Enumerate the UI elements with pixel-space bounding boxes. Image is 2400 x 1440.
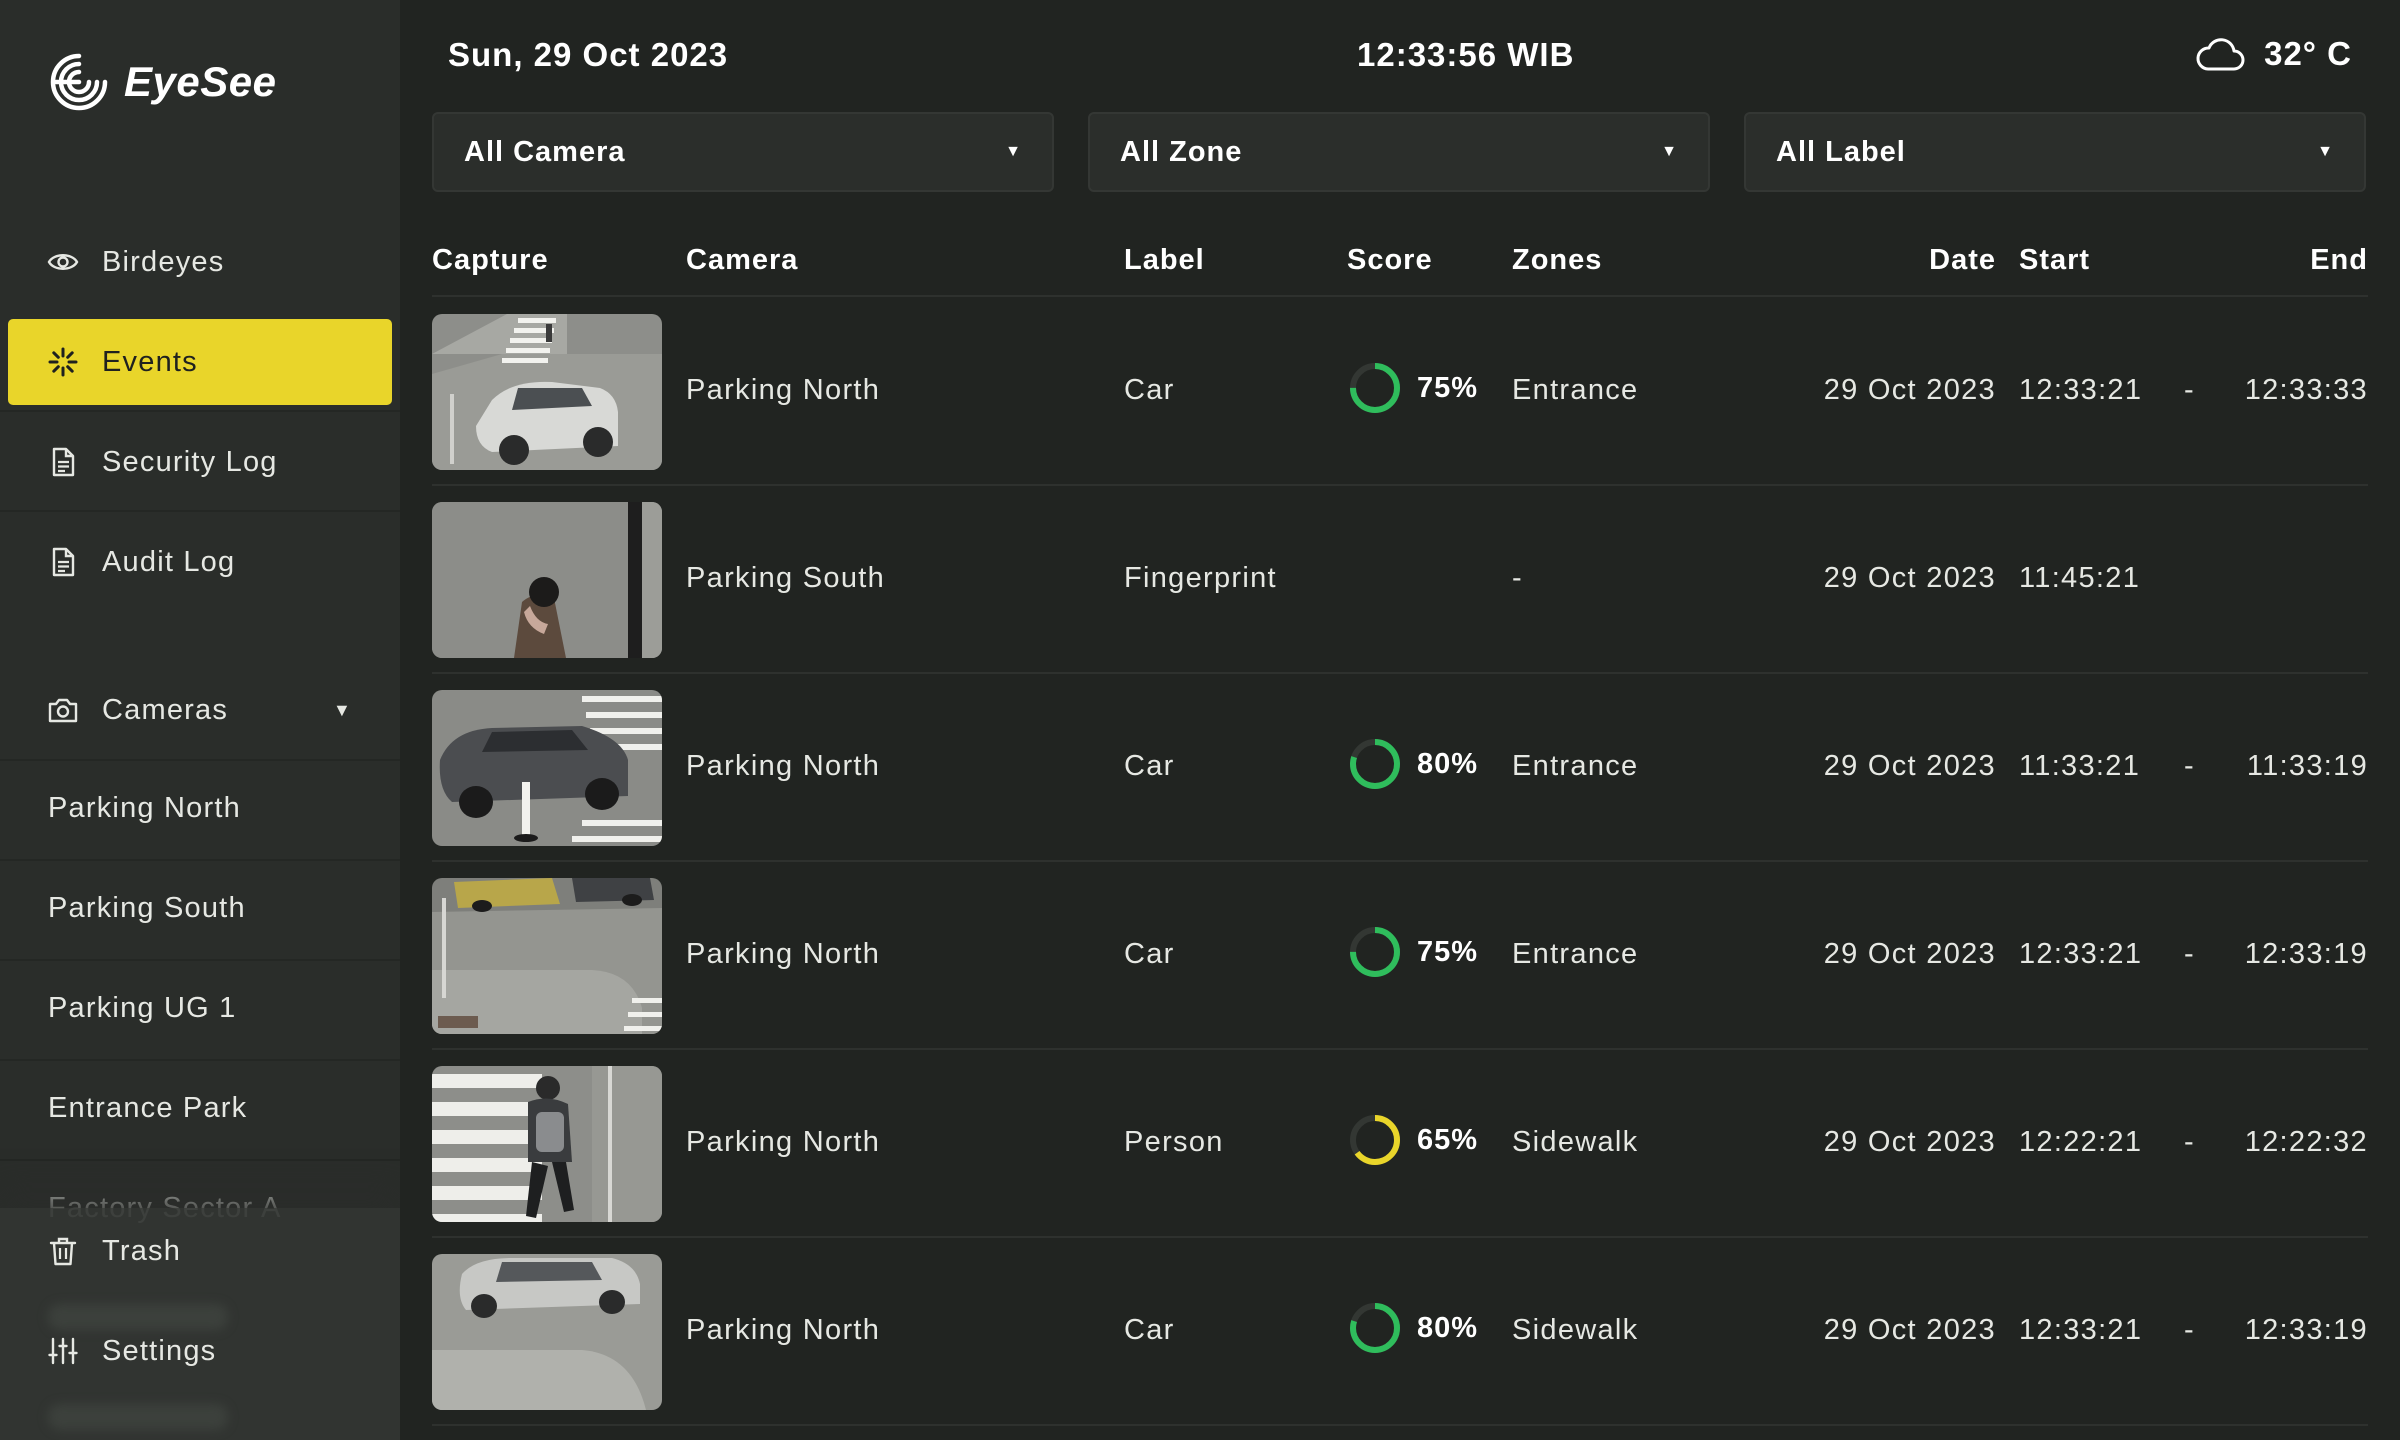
score-value: 80% (1417, 1311, 1479, 1344)
end-time: 12:22:32 (2244, 1126, 2368, 1158)
event-date: 29 Oct 2023 (1823, 1126, 1996, 1158)
nav-item-birdeyes[interactable]: Birdeyes (8, 219, 392, 305)
event-date: 29 Oct 2023 (1823, 1314, 1996, 1346)
table-row[interactable]: Parking North Car 80% Sidewalk 29 Oct 20… (0, 1238, 2400, 1426)
capture-thumbnail[interactable] (432, 314, 662, 470)
zone-name: Entrance (1512, 750, 1639, 782)
event-date: 29 Oct 2023 (1823, 750, 1996, 782)
event-label: Car (1124, 374, 1175, 406)
table-row[interactable]: Parking North Person 65% Sidewalk 29 Oct… (0, 1050, 2400, 1238)
score-value: 80% (1417, 747, 1479, 780)
event-label: Car (1124, 938, 1175, 970)
zone-name: Entrance (1512, 938, 1639, 970)
camera-name: Parking South (686, 562, 886, 594)
start-time: 12:33:21 (2019, 938, 2143, 970)
dropdown-arrow-icon: ▼ (1005, 143, 1022, 160)
select-value: All Zone (1120, 135, 1243, 168)
zone-name: Sidewalk (1512, 1126, 1639, 1158)
capture-thumbnail[interactable] (432, 878, 662, 1034)
camera-name: Parking North (686, 750, 881, 782)
event-label: Car (1124, 1314, 1175, 1346)
score-value: 65% (1417, 1123, 1479, 1156)
camera-name: Parking North (686, 938, 881, 970)
nav-label: Birdeyes (102, 245, 225, 278)
dropdown-arrow-icon: ▼ (2317, 143, 2334, 160)
divider (432, 295, 2368, 297)
score-ring (1350, 1115, 1400, 1165)
capture-thumbnail[interactable] (432, 690, 662, 846)
zone-name: Sidewalk (1512, 1314, 1639, 1346)
score-indicator: 75% (1347, 924, 1478, 980)
current-date: Sun, 29 Oct 2023 (448, 36, 729, 73)
end-time: 12:33:19 (2244, 1314, 2368, 1346)
event-date: 29 Oct 2023 (1823, 374, 1996, 406)
column-header-start[interactable]: Start (2019, 244, 2090, 277)
zone-name: - (1512, 562, 1523, 594)
start-time: 11:33:21 (2019, 750, 2141, 782)
capture-thumbnail[interactable] (432, 1254, 662, 1410)
app-name: EyeSee (124, 58, 277, 105)
select-value: All Label (1776, 135, 1906, 168)
time-separator: - (2184, 938, 2195, 970)
score-value: 75% (1417, 371, 1479, 404)
table-row[interactable]: Parking North Car 75% Entrance 29 Oct 20… (0, 862, 2400, 1050)
dropdown-arrow-icon: ▼ (1661, 143, 1678, 160)
camera-name: Parking North (686, 374, 881, 406)
end-time: 12:33:33 (2244, 374, 2368, 406)
column-header-capture[interactable]: Capture (432, 244, 549, 277)
current-time: 12:33:56 WIB (1357, 36, 1575, 73)
event-label: Fingerprint (1124, 562, 1277, 594)
app-logo[interactable]: EyeSee (48, 50, 276, 114)
time-separator: - (2184, 1314, 2195, 1346)
score-value: 75% (1417, 935, 1479, 968)
end-time: 12:33:19 (2244, 938, 2368, 970)
time-separator: - (2184, 750, 2195, 782)
select-value: All Camera (464, 135, 626, 168)
eye-icon (46, 245, 80, 279)
event-date: 29 Oct 2023 (1823, 938, 1996, 970)
camera-filter-select[interactable]: All Camera ▼ (432, 112, 1054, 192)
start-time: 12:22:21 (2019, 1126, 2143, 1158)
event-label: Person (1124, 1126, 1224, 1158)
event-date: 29 Oct 2023 (1823, 562, 1996, 594)
table-row[interactable]: Parking South Fingerprint - 29 Oct 2023 … (0, 486, 2400, 674)
start-time: 12:33:21 (2019, 374, 2143, 406)
score-ring (1350, 363, 1400, 413)
zone-name: Entrance (1512, 374, 1639, 406)
score-indicator: 75% (1347, 360, 1478, 416)
column-header-label[interactable]: Label (1124, 244, 1205, 277)
score-ring (1350, 739, 1400, 789)
capture-thumbnail[interactable] (432, 1066, 662, 1222)
time-separator: - (2184, 1126, 2195, 1158)
temperature: 32° C (2264, 35, 2352, 72)
score-ring (1350, 1303, 1400, 1353)
start-time: 12:33:21 (2019, 1314, 2143, 1346)
column-header-camera[interactable]: Camera (686, 244, 798, 277)
score-indicator: 80% (1347, 1300, 1478, 1356)
score-indicator: 80% (1347, 736, 1478, 792)
column-header-date[interactable]: Date (1929, 244, 1996, 277)
capture-thumbnail[interactable] (432, 502, 662, 658)
table-row[interactable]: Parking North Car 80% Entrance 29 Oct 20… (0, 674, 2400, 862)
score-indicator: 65% (1347, 1112, 1478, 1168)
column-header-end[interactable]: End (2310, 244, 2368, 277)
app-root: EyeSee Birdeyes Events Security Log Audi… (0, 0, 2400, 1440)
divider (432, 1424, 2368, 1426)
zone-filter-select[interactable]: All Zone ▼ (1088, 112, 1710, 192)
camera-name: Parking North (686, 1314, 881, 1346)
event-label: Car (1124, 750, 1175, 782)
logo-icon (50, 53, 108, 111)
cloud-icon (2196, 38, 2245, 71)
end-time: 11:33:19 (2246, 750, 2368, 782)
weather-widget: 32° C (2194, 34, 2352, 74)
column-header-score[interactable]: Score (1347, 244, 1433, 277)
label-filter-select[interactable]: All Label ▼ (1744, 112, 2366, 192)
column-header-zones[interactable]: Zones (1512, 244, 1602, 277)
camera-name: Parking North (686, 1126, 881, 1158)
score-ring (1350, 927, 1400, 977)
time-separator: - (2184, 374, 2195, 406)
table-row[interactable]: Parking North Car 75% Entrance 29 Oct 20… (0, 298, 2400, 486)
start-time: 11:45:21 (2019, 562, 2141, 594)
